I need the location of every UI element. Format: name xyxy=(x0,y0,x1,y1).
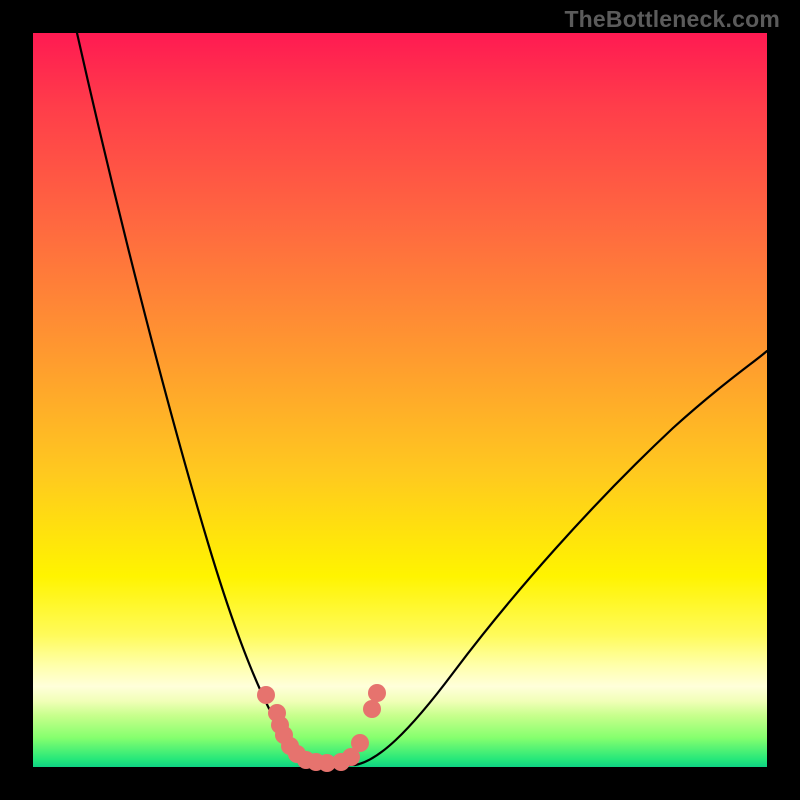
marker-cluster xyxy=(257,684,386,772)
marker-dot xyxy=(363,700,381,718)
marker-dot xyxy=(351,734,369,752)
chart-frame: TheBottleneck.com xyxy=(0,0,800,800)
plot-area xyxy=(33,33,767,767)
watermark-text: TheBottleneck.com xyxy=(564,6,780,33)
curve-right-branch xyxy=(355,351,767,765)
curve-left-branch xyxy=(77,33,323,765)
curve-layer xyxy=(33,33,767,767)
marker-dot xyxy=(368,684,386,702)
marker-dot xyxy=(257,686,275,704)
